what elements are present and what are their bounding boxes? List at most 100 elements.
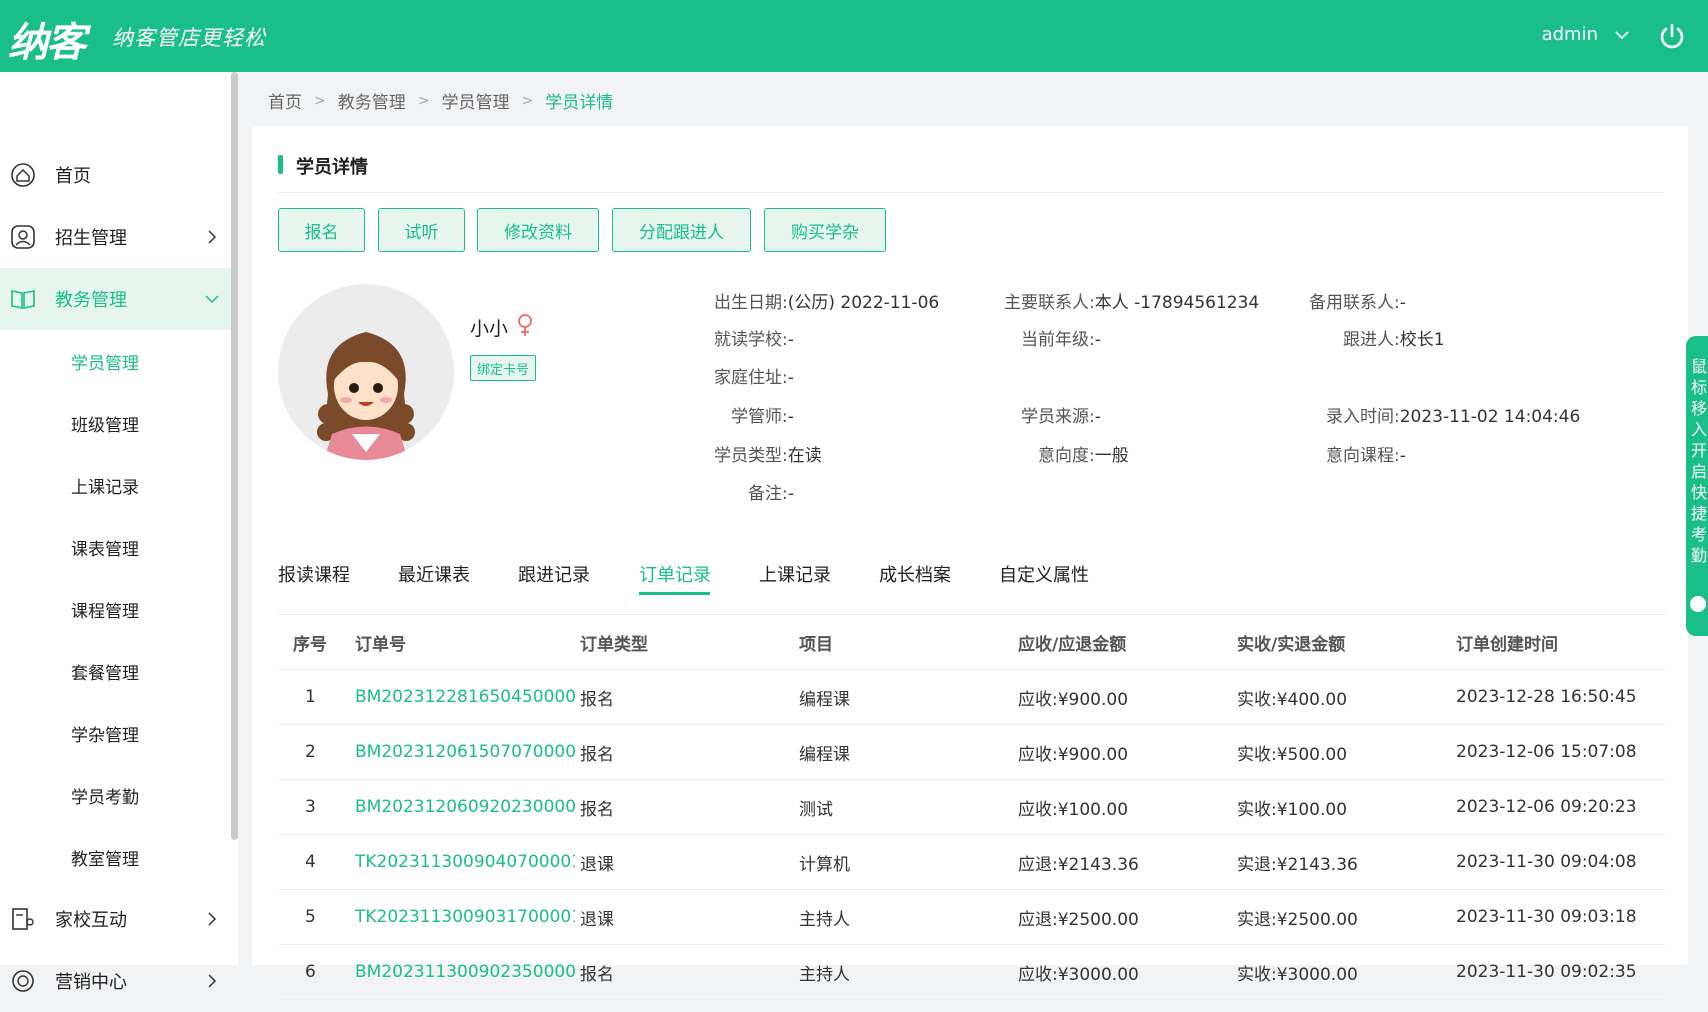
sidebar-subitem-student-attendance[interactable]: 学员考勤 [0, 764, 235, 826]
tab-custom-attributes[interactable]: 自定义属性 [999, 561, 1089, 587]
info-label: 备用联系人: [1309, 293, 1400, 313]
order-receivable: 应退:¥2500.00 [1018, 909, 1139, 930]
order-created-time: 2023-12-06 09:20:23 [1456, 797, 1637, 817]
quick-attendance-label: 鼠标移入开启快捷考勤 [1691, 357, 1708, 565]
sidebar-item-academic[interactable]: 教务管理 [0, 268, 235, 330]
info-label: 主要联系人: [1004, 293, 1095, 313]
info-intent: 意向度:一般 [1038, 441, 1129, 466]
info-value: - [787, 407, 794, 427]
student-avatar [278, 284, 454, 460]
sidebar-item-home-school[interactable]: 家校互动 [0, 888, 235, 950]
top-header: 纳客 纳客管店更轻松 admin [0, 0, 1708, 72]
row-index: 4 [305, 852, 316, 872]
sidebar-item-label: 首页 [55, 166, 91, 187]
sidebar-item-enrollment[interactable]: 招生管理 [0, 206, 235, 268]
sidebar-subitem-courses[interactable]: 课程管理 [0, 578, 235, 640]
sidebar-subitem-packages[interactable]: 套餐管理 [0, 640, 235, 702]
sidebar-subitem-misc-fees[interactable]: 学杂管理 [0, 702, 235, 764]
sidebar-subitem-label: 教室管理 [71, 849, 139, 870]
sidebar-item-marketing[interactable]: 营销中心 [0, 950, 235, 1012]
sidebar-subitem-students[interactable]: 学员管理 [0, 330, 235, 392]
buy-misc-button[interactable]: 购买学杂 [764, 208, 886, 252]
sidebar-subitem-attendance-records[interactable]: 上课记录 [0, 454, 235, 516]
order-item: 编程课 [799, 744, 850, 765]
power-icon[interactable] [1658, 22, 1686, 50]
info-label: 学员类型: [714, 446, 788, 466]
breadcrumb-separator-icon: > [314, 92, 326, 109]
order-number-link[interactable]: BM2023120615070700001 [355, 725, 575, 779]
order-type: 报名 [580, 799, 614, 820]
tab-orders[interactable]: 订单记录 [639, 561, 711, 587]
tab-class-records[interactable]: 上课记录 [759, 561, 831, 587]
sidebar-subitem-label: 课程管理 [71, 601, 139, 622]
order-receivable: 应收:¥3000.00 [1018, 964, 1139, 985]
chevron-right-icon [208, 974, 217, 988]
page-title: 学员详情 [296, 157, 368, 178]
breadcrumb-students[interactable]: 学员管理 [441, 88, 509, 113]
enroll-button[interactable]: 报名 [278, 208, 365, 252]
target-icon [12, 970, 34, 992]
assign-follower-button[interactable]: 分配跟进人 [612, 208, 751, 252]
sidebar-subitem-label: 上课记录 [71, 477, 139, 498]
order-receivable: 应退:¥2143.36 [1018, 854, 1139, 875]
sidebar-item-home[interactable]: 首页 [0, 144, 235, 206]
order-number-link[interactable]: TK2023113009040700001 [355, 835, 575, 889]
table-row: 5 TK2023113009031700001 退课 主持人 应退:¥2500.… [279, 890, 1665, 945]
sidebar-subitem-label: 学杂管理 [71, 725, 139, 746]
user-menu[interactable]: admin [1542, 24, 1598, 45]
sidebar: 首页 招生管理 教务管理 学员管理 班级管理 上课记录 课表管理 课程管理 套餐… [0, 72, 238, 993]
info-value: - [1399, 446, 1406, 466]
divider [278, 192, 1664, 193]
breadcrumb-current: 学员详情 [545, 93, 614, 113]
order-received: 实退:¥2500.00 [1237, 909, 1358, 930]
row-index: 2 [305, 742, 316, 762]
order-created-time: 2023-12-06 15:07:08 [1456, 742, 1637, 762]
sidebar-item-label: 招生管理 [55, 228, 127, 249]
order-item: 主持人 [799, 964, 850, 985]
tab-enrolled-courses[interactable]: 报读课程 [278, 561, 350, 587]
order-number-link[interactable]: BM2023113009023500001 [355, 945, 575, 999]
info-label: 当前年级: [1021, 330, 1095, 350]
edit-profile-button[interactable]: 修改资料 [477, 208, 599, 252]
order-number-link[interactable]: BM2023122816504500001 [355, 670, 575, 724]
sidebar-scrollbar[interactable] [231, 72, 238, 840]
order-receivable: 应收:¥100.00 [1018, 799, 1129, 820]
tab-follow-up[interactable]: 跟进记录 [518, 561, 590, 587]
order-number-link[interactable]: TK2023113009031700001 [355, 890, 575, 944]
order-number-link[interactable]: BM2023120609202300001 [355, 780, 575, 834]
logo-slogan: 纳客管店更轻松 [112, 26, 266, 50]
info-entry-time: 录入时间:2023-11-02 14:04:46 [1326, 402, 1580, 427]
sidebar-item-label: 营销中心 [55, 972, 127, 993]
tab-growth-archive[interactable]: 成长档案 [879, 561, 951, 587]
order-created-time: 2023-11-30 09:02:35 [1456, 962, 1637, 982]
info-value: - [1094, 330, 1101, 350]
info-backup-contact: 备用联系人:- [1309, 288, 1406, 313]
tab-recent-schedule[interactable]: 最近课表 [398, 561, 470, 587]
info-value: 一般 [1094, 446, 1129, 466]
info-label: 出生日期: [714, 293, 788, 313]
info-value: - [1094, 407, 1101, 427]
breadcrumb-separator-icon: > [417, 92, 430, 109]
order-item: 计算机 [799, 854, 850, 875]
sidebar-subitem-classes[interactable]: 班级管理 [0, 392, 235, 454]
info-source: 学员来源:- [1021, 402, 1101, 427]
orders-table: 序号 订单号 订单类型 项目 应收/应退金额 实收/实退金额 订单创建时间 1 … [278, 614, 1666, 1000]
breadcrumb-academic[interactable]: 教务管理 [338, 88, 406, 113]
sidebar-subitem-classrooms[interactable]: 教室管理 [0, 826, 235, 888]
header-item: 项目 [799, 634, 833, 655]
logo[interactable]: 纳客 [8, 10, 86, 68]
header-order-no: 订单号 [355, 634, 406, 655]
table-row: 2 BM2023120615070700001 报名 编程课 应收:¥900.0… [279, 725, 1665, 780]
info-value: 2023-11-02 14:04:46 [1399, 407, 1581, 427]
chevron-left-icon[interactable] [1690, 596, 1706, 612]
document-user-icon [12, 908, 34, 930]
chevron-down-icon [205, 295, 219, 304]
breadcrumb-home[interactable]: 首页 [268, 88, 302, 113]
sidebar-item-label: 教务管理 [55, 290, 127, 311]
sidebar-subitem-timetable[interactable]: 课表管理 [0, 516, 235, 578]
trial-button[interactable]: 试听 [378, 208, 465, 252]
female-icon [518, 314, 532, 336]
breadcrumb-separator-icon: > [521, 92, 534, 109]
chevron-down-icon[interactable] [1614, 20, 1630, 50]
bind-card-button[interactable]: 绑定卡号 [470, 355, 537, 381]
